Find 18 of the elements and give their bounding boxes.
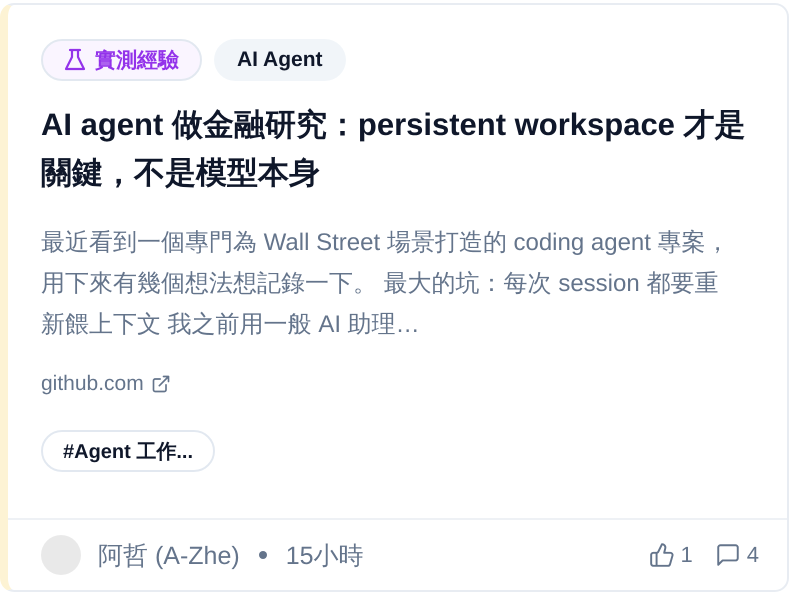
post-time: 15小時 — [286, 540, 364, 572]
author-name[interactable]: 阿哲 (A-Zhe) — [98, 538, 240, 572]
external-link-icon — [150, 374, 171, 394]
post-excerpt: 最近看到一個專門為 Wall Street 場景打造的 coding agent 專案，用下來有幾個想法想記錄一下。 最大的坑：每次 session 都要重新餵上下文 我之前用一般 AI 助理… — [41, 228, 731, 340]
source-link[interactable]: github.com — [41, 372, 171, 396]
source-domain: github.com — [41, 372, 144, 396]
post-card[interactable] — [0, 3, 789, 592]
hashtag-chip[interactable]: #Agent 工作... — [41, 430, 216, 472]
category-badge[interactable]: 實測經驗 — [41, 39, 202, 81]
post-title[interactable]: AI agent 做金融研究：persistent workspace 才是關鍵，不是模型本身 — [41, 101, 757, 197]
like-button[interactable]: 1 — [648, 542, 693, 568]
thumbs-up-icon — [648, 542, 674, 568]
topic-badge[interactable]: AI Agent — [214, 39, 346, 81]
separator-dot — [258, 551, 267, 559]
comment-icon — [714, 542, 741, 568]
badge-label: 實測經驗 — [95, 48, 179, 74]
comment-button[interactable]: 4 — [714, 542, 759, 568]
flask-icon — [64, 48, 86, 72]
